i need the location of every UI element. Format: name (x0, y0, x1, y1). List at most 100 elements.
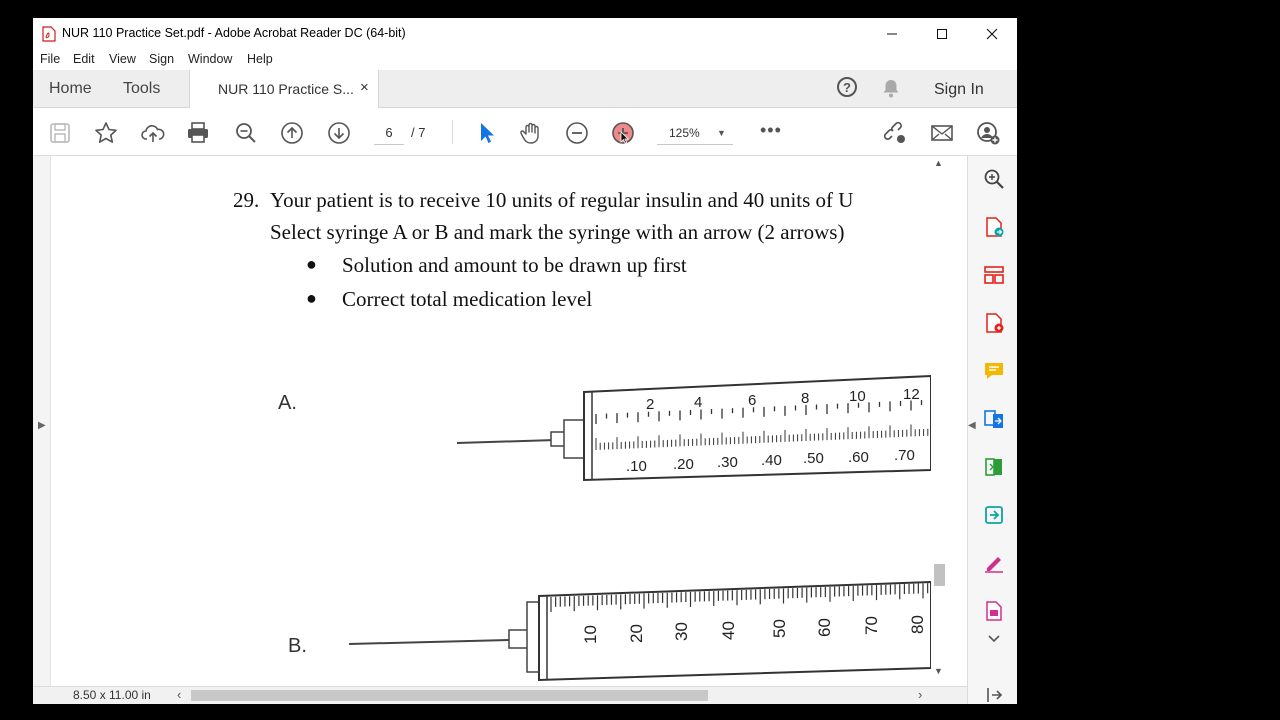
syringe-a-top-label: 12 (903, 386, 920, 403)
compress-pdf-icon[interactable] (983, 456, 1005, 478)
syringe-b-label: 80 (908, 615, 927, 634)
next-page-icon[interactable] (326, 120, 352, 146)
syringe-a-top-label: 6 (748, 392, 756, 409)
cloud-upload-icon[interactable] (140, 120, 166, 146)
page-size: 8.50 x 11.00 in (73, 688, 151, 702)
syringe-a-tip (563, 419, 585, 459)
scroll-left-icon[interactable]: ‹ (177, 687, 181, 702)
notification-bell-icon[interactable] (882, 78, 900, 98)
scroll-up-icon[interactable]: ▲ (934, 158, 943, 168)
syringe-a-top-label: 8 (801, 390, 809, 407)
syringe-a-bottom-label: .50 (803, 450, 824, 467)
syringe-b-needle (348, 639, 512, 645)
close-icon (986, 28, 998, 40)
tab-document[interactable]: NUR 110 Practice S... × (189, 70, 379, 108)
syringe-a-top-label: 2 (646, 396, 654, 413)
maximize-button[interactable] (917, 18, 967, 50)
save-icon[interactable] (47, 120, 73, 146)
scroll-right-icon[interactable]: › (918, 687, 922, 702)
help-icon[interactable]: ? (837, 77, 857, 97)
select-cursor-icon[interactable] (473, 120, 499, 146)
syringe-b-label: 20 (627, 624, 646, 643)
syringe-a: 2 4 6 8 10 12 .10 .20 .30 .40 .50 .60 .7… (456, 374, 931, 482)
tab-tools[interactable]: Tools (123, 80, 160, 98)
comment-icon[interactable] (983, 360, 1005, 382)
zoom-level-value: 125% (669, 126, 700, 140)
syringe-a-hub (550, 431, 566, 447)
syringe-a-top-label: 4 (694, 394, 702, 411)
left-nav-collapsed[interactable]: ▶ (33, 156, 51, 686)
syringe-a-bottom-label: .30 (717, 454, 738, 471)
acrobat-window: NUR 110 Practice Set.pdf - Adobe Acrobat… (33, 18, 1017, 704)
syringe-b-label: 40 (719, 621, 738, 640)
menu-view[interactable]: View (109, 52, 136, 66)
vertical-scroll-thumb[interactable] (934, 564, 945, 586)
search-zoom-icon[interactable] (983, 168, 1005, 190)
organize-pages-icon[interactable] (983, 264, 1005, 286)
menu-window[interactable]: Window (188, 52, 232, 66)
menu-file[interactable]: File (40, 52, 60, 66)
tab-home[interactable]: Home (49, 80, 92, 98)
toolbar-divider (452, 120, 453, 144)
scroll-down-icon[interactable]: ▼ (934, 666, 943, 676)
zoom-in-icon[interactable] (610, 120, 636, 146)
syringe-a-top-label: 10 (849, 388, 866, 405)
status-bar: 8.50 x 11.00 in ‹ › (33, 686, 967, 704)
add-user-icon[interactable] (975, 120, 1001, 146)
syringe-b-label: 60 (815, 618, 834, 637)
zoom-level-select[interactable]: 125% ▼ (657, 122, 733, 145)
tab-bar: Home Tools NUR 110 Practice S... × ? Sig… (33, 70, 1017, 108)
share-link-icon[interactable] (882, 120, 908, 146)
syringe-b-label: 70 (862, 616, 881, 635)
previous-page-icon[interactable] (279, 120, 305, 146)
send-for-comments-icon[interactable] (983, 504, 1005, 526)
collapse-pane-icon[interactable] (983, 684, 1005, 704)
vertical-scrollbar[interactable]: ▲ ▼ (931, 156, 947, 686)
menu-help[interactable]: Help (247, 52, 273, 66)
syringe-a-bottom-label: .20 (673, 456, 694, 473)
more-tools-icon[interactable]: ••• (760, 120, 782, 141)
zoom-out-icon[interactable] (564, 120, 590, 146)
hand-tool-icon[interactable] (518, 120, 544, 146)
chevron-down-icon: ▼ (717, 128, 726, 138)
tab-document-label: NUR 110 Practice S... (218, 81, 354, 97)
protect-pdf-icon[interactable] (983, 600, 1005, 622)
syringe-a-bottom-label: .60 (848, 449, 869, 466)
close-window-button[interactable] (967, 18, 1017, 50)
maximize-icon (937, 29, 947, 39)
expand-left-pane-icon[interactable]: ▶ (38, 420, 46, 431)
toolbar: 6 / 7 125% ▼ ••• (33, 108, 1017, 156)
syringe-b-hub (508, 629, 530, 649)
zoom-out-search-icon[interactable] (233, 120, 259, 146)
bookmark-star-icon[interactable] (93, 120, 119, 146)
pdf-app-icon (42, 26, 56, 42)
syringe-b: 10 20 30 40 50 60 70 80 (348, 580, 931, 682)
email-icon[interactable] (929, 120, 955, 146)
menu-sign[interactable]: Sign (149, 52, 174, 66)
export-pdf-icon[interactable] (983, 216, 1005, 238)
page-total: / 7 (411, 125, 426, 140)
document-viewport[interactable]: ▶ 29. Your patient is to receive 10 unit… (33, 156, 967, 686)
minimize-icon (887, 33, 897, 35)
create-pdf-icon[interactable] (983, 312, 1005, 334)
syringe-a-bottom-label: .10 (626, 458, 647, 475)
pdf-page: 29. Your patient is to receive 10 units … (51, 156, 931, 686)
combine-files-icon[interactable] (983, 408, 1005, 430)
menu-edit[interactable]: Edit (73, 52, 95, 66)
syringe-a-bottom-label: .70 (894, 447, 915, 464)
syringe-a-needle (456, 439, 556, 444)
print-icon[interactable] (185, 120, 211, 146)
fill-sign-icon[interactable] (983, 552, 1005, 574)
collapse-right-pane-icon[interactable]: ◀ (968, 420, 976, 431)
tab-close-icon[interactable]: × (360, 79, 369, 96)
syringe-b-label: 30 (672, 622, 691, 641)
minimize-button[interactable] (867, 18, 917, 50)
syringe-illustration: 2 4 6 8 10 12 .10 .20 .30 .40 .50 .60 .7… (348, 374, 931, 682)
chevron-down-icon[interactable] (983, 628, 1005, 650)
horizontal-scroll-thumb[interactable] (191, 690, 708, 701)
title-bar: NUR 110 Practice Set.pdf - Adobe Acrobat… (33, 18, 1017, 50)
window-title: NUR 110 Practice Set.pdf - Adobe Acrobat… (62, 26, 406, 40)
page-number-input[interactable]: 6 (374, 122, 404, 145)
syringe-a-bottom-label: .40 (761, 452, 782, 469)
sign-in-button[interactable]: Sign In (934, 81, 984, 99)
